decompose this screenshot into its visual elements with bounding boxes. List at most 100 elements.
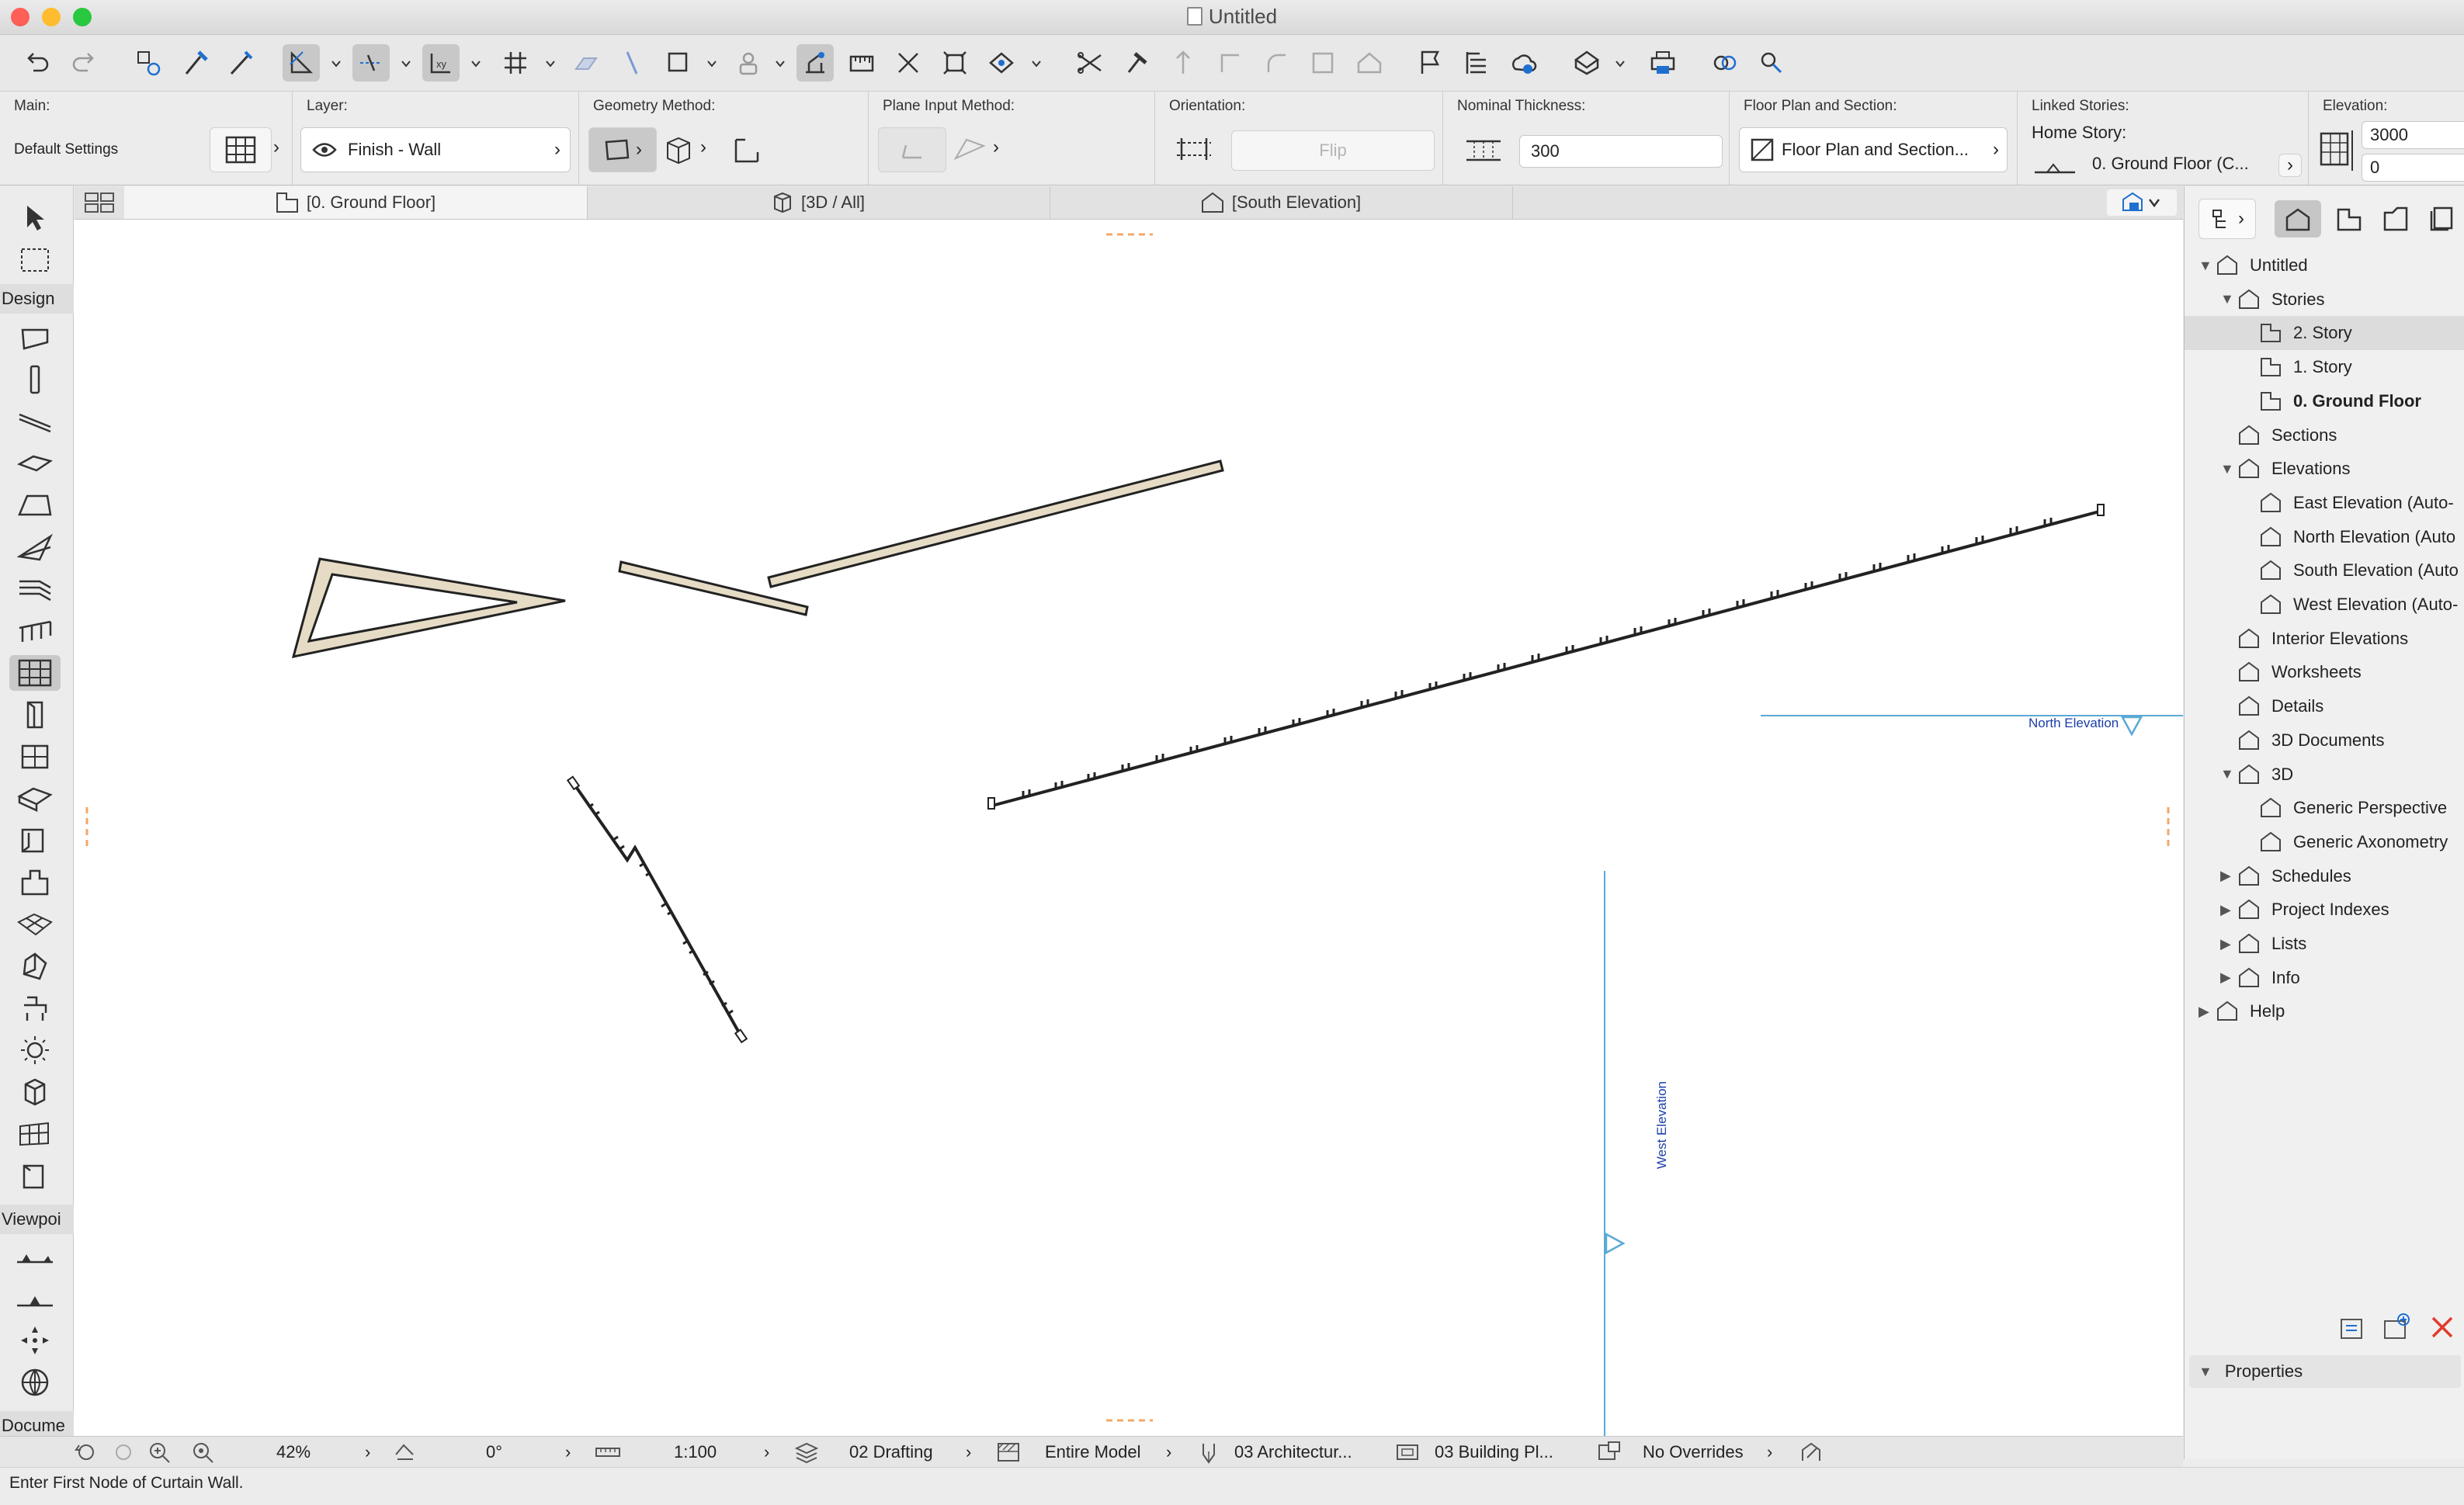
chevron-right-icon[interactable]: › [700,137,706,158]
arrow-tool[interactable] [9,200,61,236]
object-tool[interactable] [9,865,61,900]
navigator-item[interactable]: Generic Axonometry [2185,825,2464,859]
magic-wand-button[interactable] [130,44,168,81]
navigator-item[interactable]: 1. Story [2185,350,2464,384]
scale-value[interactable]: 1:100 [674,1437,717,1468]
triangle-right-icon[interactable]: ▶ [2220,936,2237,952]
chevron-down-icon[interactable] [470,58,481,69]
navigator-item[interactable]: ▶ Schedules [2185,859,2464,893]
chevron-down-icon[interactable] [545,58,556,69]
rectangle-button[interactable] [660,44,697,81]
tab-3d-all[interactable]: [3D / All] [587,186,1050,219]
beam-tool[interactable] [9,404,61,439]
home-story-chevron[interactable]: › [2278,154,2302,177]
pen-set-value[interactable]: 03 Architectur... [1234,1437,1352,1468]
tab-view-menu-button[interactable] [2107,189,2177,216]
curtain-wall-short[interactable] [566,775,748,1044]
fit-button[interactable] [936,44,973,81]
navigator-mode-button[interactable]: › [2199,199,2256,239]
railing-tool[interactable] [9,613,61,649]
measure-button[interactable] [843,44,880,81]
panel-tool[interactable] [9,1158,61,1194]
triangle-down-icon[interactable]: ▼ [2220,291,2237,307]
pick-up-button[interactable] [177,44,214,81]
properties-header[interactable]: ▼ Properties [2189,1355,2461,1388]
dimension-button[interactable] [890,44,927,81]
link-button[interactable] [1706,44,1744,81]
new-view-button[interactable] [2337,1313,2368,1344]
lamp-tool[interactable] [9,1032,61,1068]
viewpoint-button[interactable] [1568,44,1605,81]
grid-snap-button[interactable] [497,44,534,81]
navigator-item[interactable]: East Elevation (Auto- [2185,486,2464,520]
opening-tool[interactable] [9,823,61,858]
triangle-right-icon[interactable]: ▶ [2220,902,2237,918]
navigator-item[interactable]: ▼ Elevations [2185,452,2464,486]
list-button[interactable] [1458,44,1495,81]
fillet-button[interactable] [1258,44,1295,81]
triangle-right-icon[interactable]: ▶ [2220,969,2237,986]
layer-button[interactable] [1304,44,1341,81]
column-tool[interactable] [9,362,61,397]
hammer-button[interactable] [1118,44,1155,81]
zoom-in-button[interactable] [147,1437,171,1468]
navigator-item[interactable]: 0. Ground Floor [2185,384,2464,418]
roof-tool[interactable] [9,487,61,523]
publisher-sets-button[interactable] [2422,200,2462,238]
mvo-value[interactable]: 03 Building Pl... [1435,1437,1553,1468]
navigator-item[interactable]: South Elevation (Auto [2185,553,2464,588]
delete-view-button[interactable] [2427,1312,2458,1343]
sync-button[interactable] [1753,44,1790,81]
navigator-item[interactable]: ▼ 3D [2185,758,2464,792]
chevron-down-icon[interactable] [775,58,786,69]
navigator-item[interactable]: ▶ Lists [2185,927,2464,961]
user-button[interactable] [730,44,767,81]
navigator-item[interactable]: 3D Documents [2185,723,2464,758]
wall-tool[interactable] [9,320,61,355]
guide-lines-button[interactable] [352,44,390,81]
roof-button[interactable] [1351,44,1388,81]
tab-south-elevation[interactable]: [South Elevation] [1050,186,1513,219]
undo-button[interactable] [19,44,56,81]
triangle-right-icon[interactable]: ▶ [2199,1004,2216,1020]
chevron-right-icon[interactable]: › [1166,1437,1171,1468]
zone-tool[interactable] [9,990,61,1026]
project-map-button[interactable] [2275,200,2321,238]
flag-button[interactable] [1411,44,1449,81]
fill-tool[interactable] [9,1074,61,1110]
cut-button[interactable] [1071,44,1109,81]
chevron-right-icon[interactable]: › [273,137,279,158]
chevron-right-icon[interactable]: › [966,1437,971,1468]
angle-value[interactable]: 0° [486,1437,502,1468]
curtain-wall-long[interactable] [987,504,2105,810]
triangular-wall[interactable] [291,557,566,658]
align-button[interactable] [1164,44,1202,81]
navigator-item[interactable]: Details [2185,689,2464,723]
chevron-down-icon[interactable] [1615,58,1626,69]
offset-button[interactable] [1211,44,1248,81]
straight-wall[interactable] [767,459,1224,588]
floorplan-select[interactable]: Floor Plan and Section... › [1739,127,2008,172]
triangle-right-icon[interactable]: ▶ [2220,868,2237,884]
floor-plan-canvas[interactable]: North Elevation West Elevation [74,220,2183,1436]
plane-vertical-button[interactable] [878,127,946,172]
tab-overview-button[interactable] [79,189,120,216]
cloud-button[interactable] [1504,44,1542,81]
section-tool[interactable] [9,1239,61,1274]
fit-in-window-button[interactable] [191,1437,214,1468]
chevron-right-icon[interactable]: › [365,1437,370,1468]
navigator-item[interactable]: Worksheets [2185,655,2464,689]
chevron-down-icon[interactable] [331,58,342,69]
shell-tool[interactable] [9,529,61,565]
navigator-item[interactable]: Sections [2185,418,2464,453]
settings-dialog-button[interactable] [210,127,272,172]
layer-combo-value[interactable]: 02 Drafting [849,1437,933,1468]
geometry-rotated-button[interactable] [731,135,762,166]
navigator-item[interactable]: ▶ Info [2185,961,2464,995]
navigator-item[interactable]: ▼ Untitled [2185,248,2464,283]
elevation-tool[interactable] [9,1281,61,1316]
geometry-straight-button[interactable]: › [588,127,657,172]
viewpoint-group-header[interactable]: Viewpoi [0,1205,75,1234]
triangle-down-icon[interactable]: ▼ [2220,461,2237,477]
navigator-item[interactable]: Generic Perspective [2185,791,2464,825]
